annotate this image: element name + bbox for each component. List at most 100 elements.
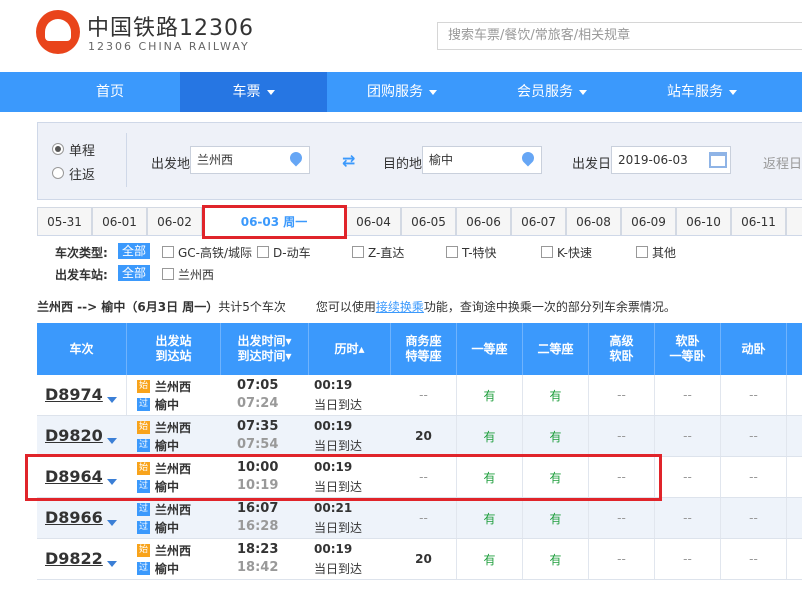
date-tab[interactable] xyxy=(786,207,802,235)
transfer-link[interactable]: 接续换乘 xyxy=(376,300,424,314)
chevron-down-icon[interactable] xyxy=(107,561,117,567)
col-second: 二等座 xyxy=(523,323,589,375)
seat-second[interactable]: 有 xyxy=(523,375,589,415)
station-all-button[interactable]: 全部 xyxy=(118,265,151,281)
date-tab[interactable]: 05-31 xyxy=(37,207,92,235)
seat-second[interactable]: 有 xyxy=(523,498,589,538)
radio-round-trip[interactable] xyxy=(52,167,64,179)
pass-station-icon: 过 xyxy=(137,521,150,534)
nav-group-service[interactable]: 团购服务 xyxy=(327,72,477,112)
date-tab[interactable]: 06-11 xyxy=(731,207,786,235)
date-tab[interactable]: 06-08 xyxy=(566,207,621,235)
col-soft: 软卧 一等卧 xyxy=(655,323,721,375)
train-type-all-button[interactable]: 全部 xyxy=(118,243,151,259)
return-date-label: 返程日 xyxy=(763,157,802,172)
col-time[interactable]: 出发时间▾ 到达时间▾ xyxy=(221,323,309,375)
seat-adv-soft: -- xyxy=(589,416,655,456)
duration: 00:19 xyxy=(314,419,353,433)
checkbox-k[interactable] xyxy=(541,246,553,258)
type-label-t: T-特快 xyxy=(462,246,497,260)
date-tab[interactable]: 06-06 xyxy=(456,207,511,235)
seat-moving: -- xyxy=(721,416,787,456)
seat-business: -- xyxy=(391,375,457,415)
seat-first[interactable]: 有 xyxy=(457,375,523,415)
seat-first[interactable]: 有 xyxy=(457,498,523,538)
seat-moving: -- xyxy=(721,457,787,497)
seat-first[interactable]: 有 xyxy=(457,539,523,579)
to-station: 榆中 xyxy=(155,398,180,412)
radio-one-way[interactable] xyxy=(52,143,64,155)
nav-tickets[interactable]: 车票 xyxy=(180,72,327,112)
depart-time: 18:23 xyxy=(237,542,279,557)
table-row: D9820 始 兰州西 过 榆中 07:35 07:54 00:19 当日到达 … xyxy=(37,416,802,457)
seat-second[interactable]: 有 xyxy=(523,539,589,579)
seat-adv-soft: -- xyxy=(589,498,655,538)
train-type-label: 车次类型: xyxy=(55,246,108,260)
date-label: 出发日 xyxy=(572,157,612,172)
table-header: 车次 出发站 到达站 出发时间▾ 到达时间▾ 历时▴ 商务座 特等座 一等座 二等座 … xyxy=(37,323,802,375)
train-number[interactable]: D8966 xyxy=(45,508,103,527)
type-label-k: K-快速 xyxy=(557,246,592,260)
from-station: 兰州西 xyxy=(155,544,192,558)
date-tab[interactable]: 06-04 xyxy=(346,207,401,235)
one-way-label: 单程 xyxy=(69,144,96,159)
chevron-down-icon xyxy=(729,89,737,95)
col-first: 一等座 xyxy=(457,323,523,375)
seat-first[interactable]: 有 xyxy=(457,416,523,456)
seat-second[interactable]: 有 xyxy=(523,416,589,456)
date-tab[interactable]: 06-10 xyxy=(676,207,731,235)
train-number[interactable]: D9820 xyxy=(45,426,103,445)
seat-moving: -- xyxy=(721,539,787,579)
chevron-down-icon[interactable] xyxy=(107,520,117,526)
checkbox-t[interactable] xyxy=(446,246,458,258)
nav-home[interactable]: 首页 xyxy=(40,72,180,112)
date-tab[interactable]: 06-01 xyxy=(92,207,147,235)
col-duration[interactable]: 历时▴ xyxy=(309,323,391,375)
to-station: 榆中 xyxy=(155,439,180,453)
type-label-other: 其他 xyxy=(652,246,677,260)
col-train: 车次 xyxy=(37,323,127,375)
date-tab[interactable]: 06-05 xyxy=(401,207,456,235)
checkbox-station[interactable] xyxy=(162,268,174,280)
chevron-down-icon[interactable] xyxy=(107,438,117,444)
chevron-down-icon xyxy=(266,89,275,95)
checkbox-z[interactable] xyxy=(352,246,364,258)
seat-business[interactable]: 20 xyxy=(391,416,457,456)
result-summary: 兰州西 --> 榆中（6月3日 周一）共计5个车次 您可以使用接续换乘功能，查询途… xyxy=(37,300,676,314)
seat-business[interactable]: 20 xyxy=(391,539,457,579)
col-business: 商务座 特等座 xyxy=(391,323,457,375)
pass-station-icon: 过 xyxy=(137,398,150,411)
checkbox-d[interactable] xyxy=(257,246,269,258)
train-number[interactable]: D8974 xyxy=(45,385,103,404)
highlight-box-row xyxy=(25,454,662,501)
seat-soft: -- xyxy=(655,498,721,538)
date-tab[interactable]: 06-02 xyxy=(147,207,202,235)
logo-icon[interactable] xyxy=(36,10,80,54)
arrive-time: 16:28 xyxy=(237,519,279,534)
seat-business: -- xyxy=(391,498,457,538)
search-input[interactable]: 搜索车票/餐饮/常旅客/相关规章 xyxy=(437,22,802,50)
calendar-icon[interactable] xyxy=(709,152,727,168)
from-station: 兰州西 xyxy=(155,380,192,394)
train-number[interactable]: D9822 xyxy=(45,549,103,568)
date-tab[interactable]: 06-09 xyxy=(621,207,676,235)
duration: 00:19 xyxy=(314,542,353,556)
start-station-icon: 始 xyxy=(137,421,150,434)
brand-subtitle: 12306 CHINA RAILWAY xyxy=(88,40,250,53)
arrive-time: 18:42 xyxy=(237,560,279,575)
start-station-icon: 始 xyxy=(137,380,150,393)
start-station-icon: 始 xyxy=(137,544,150,557)
date-tabs: 05-31 06-01 06-02 06-03 周一 06-04 06-05 0… xyxy=(37,207,802,236)
nav-station-service[interactable]: 站车服务 xyxy=(627,72,777,112)
checkbox-other[interactable] xyxy=(636,246,648,258)
col-station: 出发站 到达站 xyxy=(127,323,221,375)
chevron-down-icon[interactable] xyxy=(107,397,117,403)
checkbox-gc[interactable] xyxy=(162,246,174,258)
nav-member-service[interactable]: 会员服务 xyxy=(477,72,627,112)
pass-station-icon: 过 xyxy=(137,562,150,575)
swap-icon[interactable]: ⇄ xyxy=(342,151,355,170)
duration: 00:19 xyxy=(314,378,353,392)
date-tab[interactable]: 06-07 xyxy=(511,207,566,235)
seat-adv-soft: -- xyxy=(589,539,655,579)
type-label-gc: GC-高铁/城际 xyxy=(178,246,253,260)
